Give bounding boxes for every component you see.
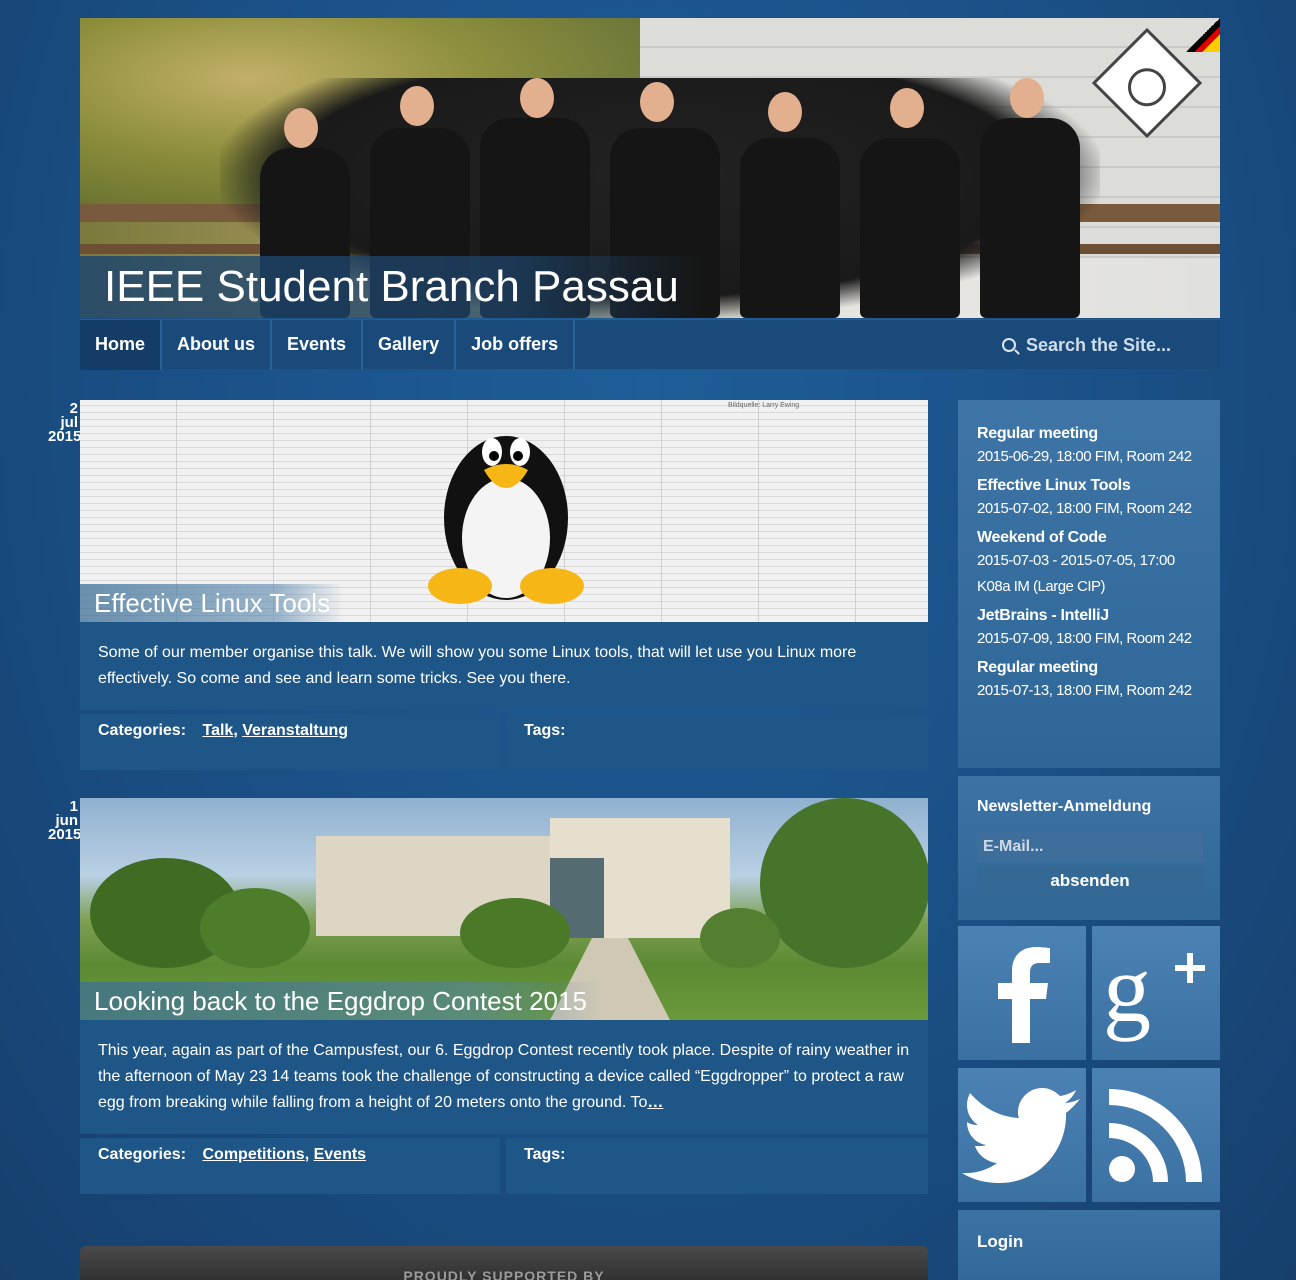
post-title[interactable]: Looking back to the Eggdrop Contest 2015	[80, 982, 601, 1020]
post-meta: Categories: Competitions, Events Tags:	[80, 1138, 928, 1194]
nav-item-about-us[interactable]: About us	[162, 320, 273, 370]
search-icon[interactable]	[1002, 338, 1016, 352]
event-date: 2015-07-02, 18:00 FIM, Room 242	[977, 500, 1192, 517]
event-date: 2015-06-29, 18:00 FIM, Room 242	[977, 448, 1192, 465]
event-title[interactable]: Effective Linux Tools	[977, 476, 1201, 496]
post-tags: Tags:	[506, 1138, 928, 1194]
post-title[interactable]: Effective Linux Tools	[80, 584, 345, 622]
supporters-footer: PROUDLY SUPPORTED BY	[80, 1246, 928, 1280]
tags-label: Tags:	[524, 722, 566, 739]
email-field[interactable]	[977, 832, 1203, 862]
event-date: 2015-07-09, 18:00 FIM, Room 242	[977, 630, 1192, 647]
blog-post: Bildquelle: Larry Ewing Effective Linux …	[80, 400, 928, 770]
google-plus-icon: g	[1103, 943, 1205, 1042]
site-title[interactable]: IEEE Student Branch Passau	[80, 256, 703, 318]
event-location: K08a IM (Large CIP)	[977, 578, 1106, 595]
login-title[interactable]: Login	[977, 1232, 1201, 1252]
event-date: 2015-07-13, 18:00 FIM, Room 242	[977, 682, 1192, 699]
post-date: 2 jul 2015	[48, 401, 82, 445]
newsletter-widget: Newsletter-Anmeldung absenden	[958, 776, 1220, 920]
subscribe-button[interactable]: absenden	[977, 866, 1203, 896]
svg-text:g: g	[1103, 943, 1151, 1042]
post-image[interactable]: Looking back to the Eggdrop Contest 2015	[80, 798, 928, 1020]
read-more-link[interactable]: …	[647, 1094, 663, 1111]
main-navigation: Home About us Events Gallery Job offers	[80, 319, 1220, 370]
event-title[interactable]: Regular meeting	[977, 424, 1201, 444]
event-title[interactable]: Weekend of Code	[977, 528, 1201, 548]
post-date-year: 2015	[48, 826, 82, 843]
post-excerpt: Some of our member organise this talk. W…	[80, 622, 928, 710]
facebook-icon	[998, 947, 1050, 1043]
post-date: 1 jun 2015	[48, 799, 82, 843]
category-link-competitions[interactable]: Competitions	[202, 1146, 304, 1163]
tags-label: Tags:	[524, 1146, 566, 1163]
nav-item-events[interactable]: Events	[272, 320, 364, 370]
login-widget: Login	[958, 1210, 1220, 1280]
category-link-veranstaltung[interactable]: Veranstaltung	[242, 722, 348, 739]
header-banner: IEEE Student Branch Passau	[80, 18, 1220, 318]
post-date-year: 2015	[48, 428, 82, 445]
event-date: 2015-07-03 - 2015-07-05, 17:00	[977, 552, 1175, 569]
facebook-link[interactable]	[958, 926, 1086, 1060]
post-meta: Categories: Talk, Veranstaltung Tags:	[80, 714, 928, 770]
blog-post: Looking back to the Eggdrop Contest 2015…	[80, 798, 928, 1194]
rss-icon	[1109, 1089, 1202, 1182]
language-flag-icon[interactable]	[1186, 18, 1220, 52]
image-credit: Bildquelle: Larry Ewing	[728, 402, 800, 409]
twitter-link[interactable]	[958, 1068, 1086, 1202]
rss-link[interactable]	[1092, 1068, 1220, 1202]
twitter-icon	[962, 1088, 1080, 1183]
search-input[interactable]	[1026, 334, 1196, 356]
nav-item-home[interactable]: Home	[80, 320, 163, 370]
post-tags: Tags:	[506, 714, 928, 770]
newsletter-title: Newsletter-Anmeldung	[977, 798, 1152, 815]
category-link-talk[interactable]: Talk	[202, 722, 233, 739]
post-categories: Categories: Competitions, Events	[80, 1138, 500, 1194]
post-excerpt-text: This year, again as part of the Campusfe…	[98, 1042, 910, 1111]
post-excerpt: This year, again as part of the Campusfe…	[80, 1020, 928, 1134]
nav-item-gallery[interactable]: Gallery	[363, 320, 457, 370]
upcoming-events-widget: Regular meeting 2015-06-29, 18:00 FIM, R…	[958, 400, 1220, 768]
site-search	[1002, 320, 1196, 370]
footer-heading: PROUDLY SUPPORTED BY	[403, 1268, 605, 1280]
tux-penguin-icon	[428, 436, 584, 604]
categories-label: Categories:	[98, 1146, 187, 1163]
category-link-events[interactable]: Events	[314, 1146, 366, 1163]
categories-label: Categories:	[98, 722, 187, 739]
post-image[interactable]: Bildquelle: Larry Ewing Effective Linux …	[80, 400, 928, 622]
google-plus-link[interactable]: g	[1092, 926, 1220, 1060]
event-title[interactable]: JetBrains - IntelliJ	[977, 606, 1201, 626]
post-categories: Categories: Talk, Veranstaltung	[80, 714, 500, 770]
event-title[interactable]: Regular meeting	[977, 658, 1201, 678]
nav-item-job-offers[interactable]: Job offers	[456, 320, 576, 370]
